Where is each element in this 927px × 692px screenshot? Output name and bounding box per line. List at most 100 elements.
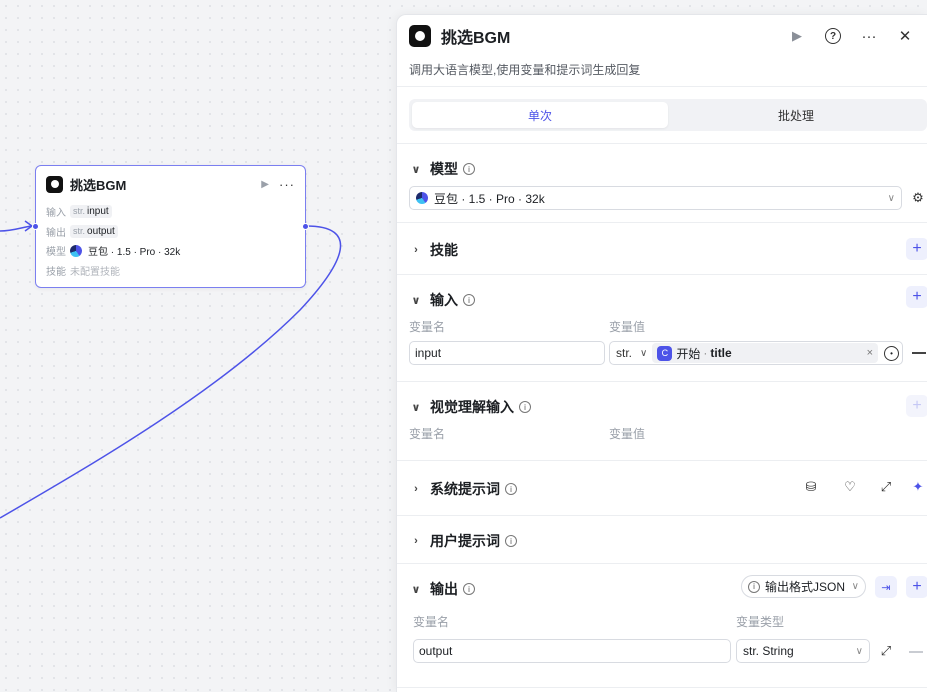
node-config-panel: 挑选BGM ▶ ? ··· ✕ 调用大语言模型,使用变量和提示词生成回复 单次 … bbox=[396, 14, 927, 692]
info-icon[interactable]: i bbox=[519, 401, 531, 413]
system-prompt-heading: 系统提示词 bbox=[430, 481, 500, 497]
add-input-button[interactable]: + bbox=[906, 286, 927, 308]
chevron-right-icon: › bbox=[414, 244, 418, 256]
output-format-label: 输出格式JSON bbox=[765, 580, 846, 594]
info-icon: i bbox=[748, 580, 760, 593]
info-icon[interactable]: i bbox=[463, 163, 475, 175]
node-skill-label: 技能 bbox=[46, 266, 66, 278]
output-type-select[interactable]: str. String ∨ bbox=[736, 639, 870, 663]
test-run-icon[interactable]: ▶ bbox=[786, 25, 808, 47]
info-icon[interactable]: i bbox=[505, 535, 517, 547]
divider bbox=[397, 381, 927, 382]
more-icon[interactable]: ··· bbox=[279, 177, 295, 192]
edges-layer bbox=[0, 220, 342, 519]
input-section-header[interactable]: ∨ 输入 i bbox=[409, 290, 475, 310]
chevron-down-icon: ∨ bbox=[411, 294, 421, 307]
input-var-name[interactable]: input bbox=[409, 341, 605, 365]
input-col-name: 变量名 bbox=[409, 320, 446, 334]
node-input-tag: str. input bbox=[70, 205, 112, 219]
tab-batch[interactable]: 批处理 bbox=[668, 102, 924, 128]
add-skill-button[interactable]: + bbox=[906, 238, 927, 260]
source-var: title bbox=[710, 346, 732, 360]
node-model-row: 模型 豆包 · 1.5 · Pro · 32k bbox=[36, 241, 305, 261]
skills-heading: 技能 bbox=[430, 242, 458, 258]
type-select[interactable]: str. bbox=[613, 346, 635, 360]
panel-title[interactable]: 挑选BGM bbox=[441, 24, 510, 48]
remove-output-icon[interactable] bbox=[909, 651, 923, 653]
info-icon[interactable]: i bbox=[463, 294, 475, 306]
system-prompt-section-header[interactable]: › 系统提示词 i bbox=[409, 479, 517, 499]
input-heading: 输入 bbox=[430, 292, 458, 308]
input-var-value[interactable]: str. ∨ C 开始 · title × • bbox=[609, 341, 903, 365]
prompt-library-icon[interactable]: ⛁ bbox=[801, 477, 821, 497]
remove-input-icon[interactable] bbox=[912, 352, 926, 354]
add-output-button[interactable]: + bbox=[906, 576, 927, 598]
clear-icon[interactable]: × bbox=[867, 347, 873, 359]
node-output-row: 输出 str. output bbox=[36, 222, 305, 242]
model-section-header[interactable]: ∨ 模型 i bbox=[409, 159, 475, 179]
chevron-down-icon: ∨ bbox=[411, 401, 421, 414]
chevron-down-icon: ∨ bbox=[411, 583, 421, 596]
expand-icon[interactable]: ⤢ bbox=[876, 477, 896, 497]
visual-col-value: 变量值 bbox=[609, 427, 646, 441]
model-heading: 模型 bbox=[430, 161, 458, 177]
mode-tabs: 单次 批处理 bbox=[409, 99, 927, 131]
bulb-icon[interactable]: ♡ bbox=[840, 477, 860, 497]
divider bbox=[397, 274, 927, 275]
node-model-value: 豆包 · 1.5 · Pro · 32k bbox=[88, 247, 181, 259]
user-prompt-section-header[interactable]: › 用户提示词 i bbox=[409, 531, 517, 551]
chevron-down-icon: ∨ bbox=[855, 645, 863, 657]
panel-header: 挑选BGM ▶ ? ··· ✕ bbox=[397, 15, 927, 57]
node-model-label: 模型 bbox=[46, 247, 66, 259]
run-icon[interactable]: ▶ bbox=[261, 179, 269, 190]
output-col-type: 变量类型 bbox=[736, 615, 785, 629]
info-icon[interactable]: i bbox=[505, 483, 517, 495]
output-format-select[interactable]: i 输出格式JSON ∨ bbox=[741, 575, 866, 598]
close-icon[interactable]: ✕ bbox=[894, 25, 916, 47]
model-select[interactable]: 豆包 · 1.5 · Pro · 32k ∨ bbox=[409, 186, 902, 210]
divider bbox=[397, 143, 927, 144]
divider bbox=[397, 687, 927, 688]
ai-optimize-icon[interactable]: ✦ bbox=[908, 477, 927, 497]
chevron-down-icon: ∨ bbox=[640, 347, 648, 359]
node-title: 挑选BGM bbox=[70, 177, 127, 193]
node-input-label: 输入 bbox=[46, 208, 66, 220]
model-settings-icon[interactable]: ⚙ bbox=[908, 188, 927, 208]
help-icon[interactable]: ? bbox=[822, 25, 844, 47]
chevron-right-icon: › bbox=[414, 483, 418, 495]
panel-description: 调用大语言模型,使用变量和提示词生成回复 bbox=[409, 63, 641, 77]
doubao-icon bbox=[70, 244, 82, 257]
node-logo-icon bbox=[46, 175, 63, 193]
variable-reference[interactable]: C 开始 · title × bbox=[652, 343, 878, 363]
variable-picker-icon[interactable]: • bbox=[884, 345, 899, 361]
output-var-name[interactable]: output bbox=[413, 639, 731, 663]
chevron-down-icon: ∨ bbox=[411, 163, 421, 176]
chevron-down-icon: ∨ bbox=[887, 192, 895, 204]
chevron-right-icon: › bbox=[414, 535, 418, 547]
divider bbox=[397, 460, 927, 461]
expand-icon[interactable]: ⤢ bbox=[876, 641, 896, 661]
output-heading: 输出 bbox=[430, 581, 458, 597]
output-import-icon[interactable]: ⇥ bbox=[875, 576, 897, 598]
skills-section-header[interactable]: › 技能 bbox=[409, 240, 458, 260]
tab-single[interactable]: 单次 bbox=[412, 102, 668, 128]
more-icon[interactable]: ··· bbox=[858, 25, 880, 47]
node-skill-row: 技能 未配置技能 bbox=[36, 261, 305, 281]
input-port[interactable] bbox=[32, 223, 39, 230]
info-icon[interactable]: i bbox=[463, 583, 475, 595]
output-col-name: 变量名 bbox=[413, 615, 450, 629]
visual-input-heading: 视觉理解输入 bbox=[430, 399, 514, 415]
node-output-label: 输出 bbox=[46, 227, 66, 239]
add-visual-input-button[interactable]: + bbox=[906, 395, 927, 417]
start-node-icon: C bbox=[657, 345, 673, 361]
divider bbox=[397, 222, 927, 223]
llm-node[interactable]: 挑选BGM ▶ ··· 输入 str. input 输出 str. output 模… bbox=[32, 165, 309, 288]
output-port[interactable] bbox=[302, 223, 309, 230]
source-node: 开始 bbox=[676, 346, 701, 361]
chevron-down-icon: ∨ bbox=[851, 581, 859, 592]
output-section-header[interactable]: ∨ 输出 i bbox=[409, 579, 475, 599]
divider bbox=[397, 515, 927, 516]
visual-input-section-header[interactable]: ∨ 视觉理解输入 i bbox=[409, 397, 531, 417]
divider bbox=[397, 563, 927, 564]
node-input-row: 输入 str. input bbox=[36, 202, 305, 222]
